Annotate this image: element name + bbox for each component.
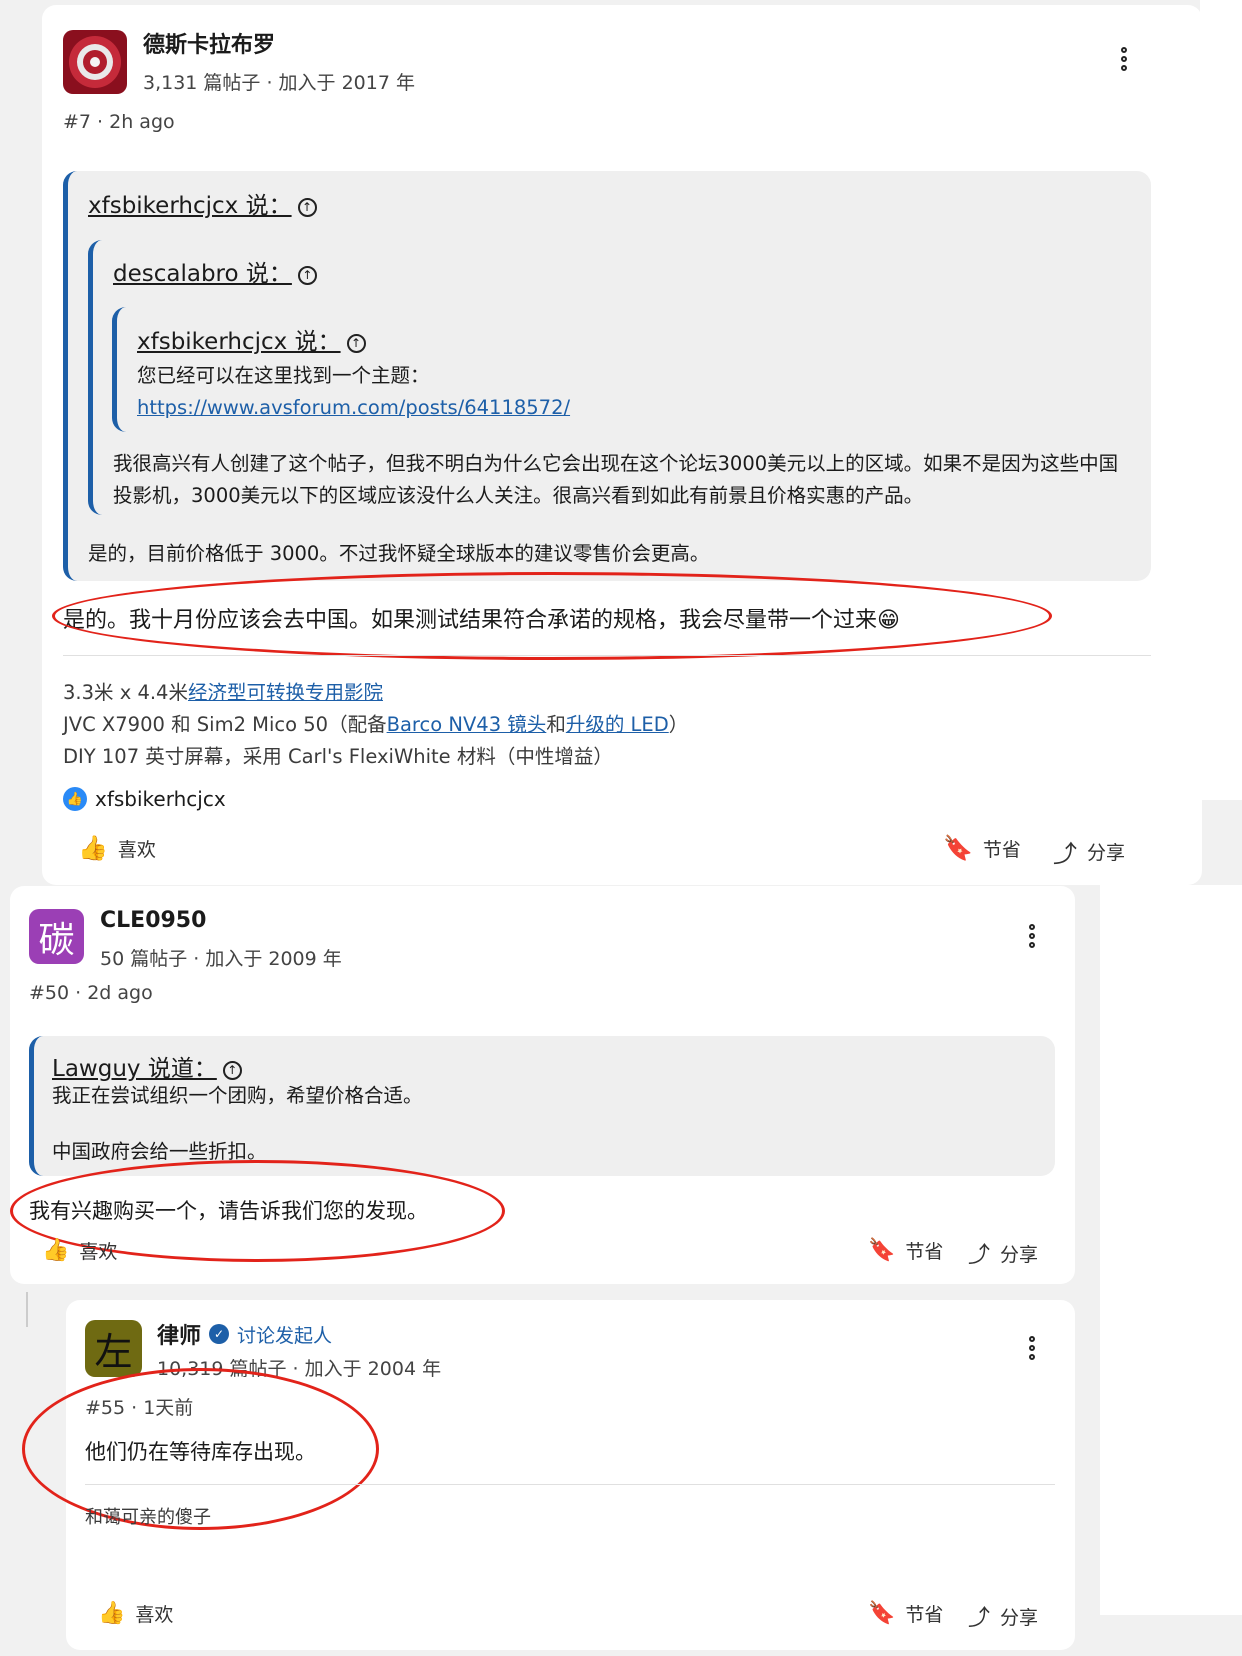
post-number[interactable]: #50 · 2d ago [29, 982, 153, 1004]
jump-to-post-icon[interactable]: ↑ [346, 334, 366, 353]
divider [85, 1484, 1055, 1485]
thumbs-up-icon: 👍 [98, 1601, 126, 1626]
sig-link-theater[interactable]: 经济型可转换专用影院 [188, 681, 383, 704]
jump-to-post-icon[interactable]: ↑ [297, 266, 317, 285]
post-body: 我有兴趣购买一个，请告诉我们您的发现。 [29, 1199, 428, 1223]
username: 律师 ✓ 讨论发起人 [157, 1318, 332, 1350]
username[interactable]: 德斯卡拉布罗 [143, 27, 275, 59]
bookmark-icon: 🔖 [868, 1238, 896, 1263]
divider [63, 655, 1151, 656]
verified-check-icon: ✓ [209, 1324, 230, 1344]
sig-link-lens[interactable]: Barco NV43 镜头 [387, 713, 547, 736]
post-number[interactable]: #7 · 2h ago [63, 111, 175, 133]
quote-inner-text: 您已经可以在这里找到一个主题： [137, 364, 430, 387]
jump-to-post-icon[interactable]: ↑ [297, 198, 317, 217]
avatar[interactable] [63, 30, 127, 94]
share-icon: ⤴ [968, 1243, 991, 1268]
user-meta: 10,319 篇帖子 · 加入于 2004 年 [157, 1358, 442, 1380]
post-body: 是的。我十月份应该会去中国。如果测试结果符合承诺的规格，我会尽量带一个过来😁 [63, 608, 900, 633]
more-options-icon[interactable] [1121, 47, 1129, 74]
quote-line-2: 中国政府会给一些折扣。 [52, 1140, 267, 1163]
quote-mid-text: 我很高兴有人创建了这个帖子，但我不明白为什么它会出现在这个论坛3000美元以上的… [113, 452, 1119, 507]
quote-outer-text: 是的，目前价格低于 3000。不过我怀疑全球版本的建议零售价会更高。 [88, 542, 710, 565]
save-button[interactable]: 🔖 节省 [868, 1600, 943, 1627]
user-meta: 50 篇帖子 · 加入于 2009 年 [100, 948, 342, 970]
save-button[interactable]: 🔖 节省 [943, 834, 1021, 862]
quote-author[interactable]: Lawguy 说道： ↑ [52, 1049, 242, 1083]
avatar[interactable]: 碳 [29, 909, 84, 964]
post-card-55 [66, 1300, 1075, 1650]
sig-link-led[interactable]: 升级的 LED [566, 713, 669, 736]
save-button[interactable]: 🔖 节省 [868, 1237, 943, 1264]
speaker-avatar-icon [63, 30, 127, 94]
bookmark-icon: 🔖 [943, 834, 973, 862]
username[interactable]: CLE0950 [100, 908, 206, 933]
more-options-icon[interactable] [1029, 1336, 1037, 1363]
quote-line-1: 我正在尝试组织一个团购，希望价格合适。 [52, 1084, 423, 1107]
op-badge: 讨论发起人 [237, 1324, 333, 1347]
share-button[interactable]: ⤴ 分享 [1053, 834, 1125, 869]
quote-inner-link[interactable]: https://www.avsforum.com/posts/64118572/ [137, 392, 570, 424]
quote-inner-author[interactable]: xfsbikerhcjcx 说： ↑ [137, 322, 366, 356]
share-button[interactable]: ⤴ 分享 [968, 1600, 1038, 1632]
signature-line-1: 3.3米 x 4.4米经济型可转换专用影院 [63, 681, 383, 704]
share-icon: ⤴ [968, 1606, 991, 1631]
side-panel-bottom [1100, 885, 1242, 1615]
avatar[interactable]: 左 [85, 1320, 142, 1377]
jump-to-post-icon[interactable]: ↑ [222, 1061, 242, 1080]
share-icon: ⤴ [1053, 840, 1077, 868]
grin-emoji-icon: 😁 [877, 608, 900, 633]
like-button[interactable]: 👍 喜欢 [78, 834, 156, 862]
signature-line-2: JVC X7900 和 Sim2 Mico 50（配备Barco NV43 镜头… [63, 713, 689, 736]
post-body: 他们仍在等待库存出现。 [85, 1440, 316, 1464]
reaction-summary[interactable]: 👍 xfsbikerhcjcx [63, 787, 226, 811]
quote-mid-author[interactable]: descalabro 说： ↑ [113, 254, 317, 288]
signature: 和蔼可亲的傻子 [85, 1507, 211, 1528]
like-button[interactable]: 👍 喜欢 [98, 1600, 173, 1627]
like-button[interactable]: 👍 喜欢 [42, 1237, 117, 1264]
more-options-icon[interactable] [1029, 924, 1037, 951]
bookmark-icon: 🔖 [868, 1601, 896, 1626]
thumbs-up-icon: 👍 [42, 1238, 70, 1263]
quote-outer-author[interactable]: xfsbikerhcjcx 说： ↑ [88, 186, 317, 220]
reply-thread-line [26, 1292, 28, 1327]
side-panel [1200, 0, 1242, 800]
like-badge-icon: 👍 [63, 787, 87, 811]
post-number[interactable]: #55 · 1天前 [85, 1393, 193, 1420]
user-meta: 3,131 篇帖子 · 加入于 2017 年 [143, 72, 415, 94]
reaction-user: xfsbikerhcjcx [95, 787, 226, 811]
signature-line-3: DIY 107 英寸屏幕，采用 Carl's FlexiWhite 材料（中性增… [63, 745, 613, 768]
thumbs-up-icon: 👍 [78, 834, 108, 862]
share-button[interactable]: ⤴ 分享 [968, 1237, 1038, 1269]
